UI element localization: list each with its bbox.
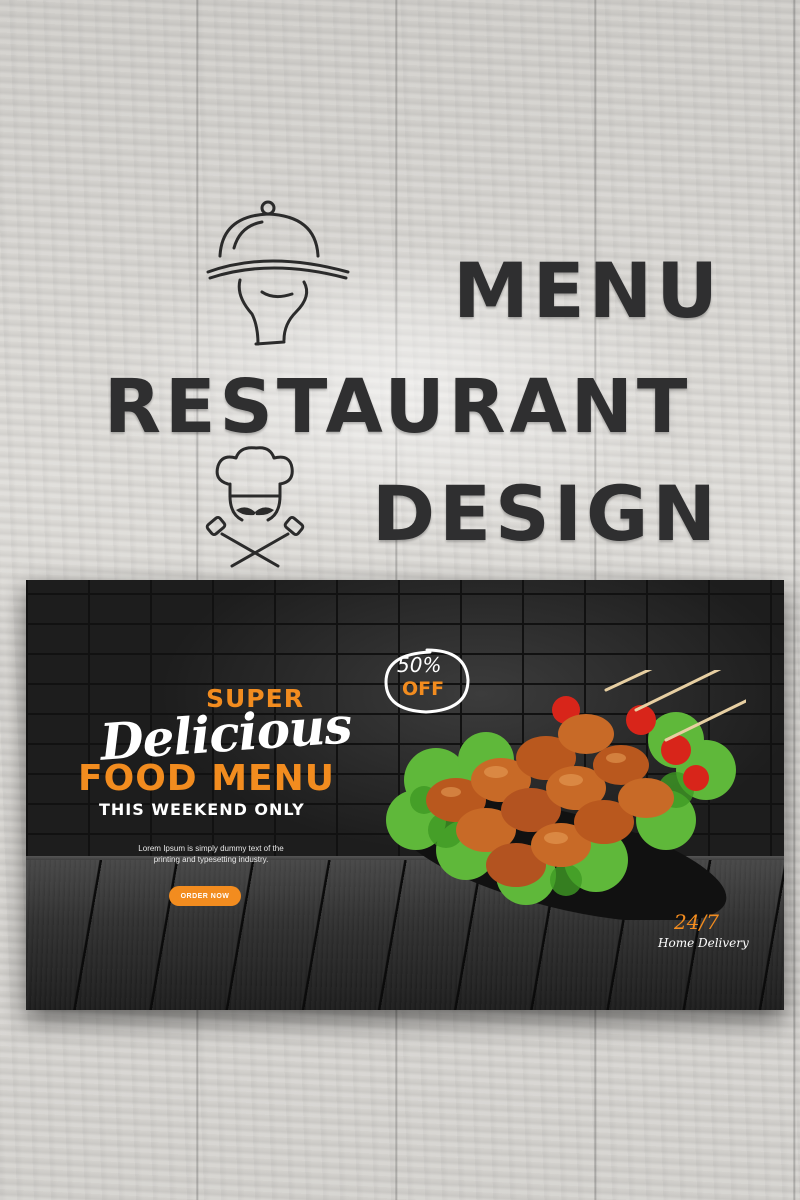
cloche-hand-icon [206, 200, 350, 346]
food-menu-banner: SUPER Delicious FOOD MENU THIS WEEKEND O… [26, 580, 784, 1010]
heading-menu: MENU [453, 246, 722, 335]
skewer-kebab-plate-image [386, 670, 746, 920]
banner-body-text: Lorem Ipsum is simply dummy text of the … [106, 843, 316, 865]
weekend-only-label: THIS WEEKEND ONLY [99, 800, 305, 819]
order-now-button[interactable]: ORDER NOW [169, 886, 241, 906]
chef-mustache-icon [205, 446, 305, 568]
heading-design: DESIGN [371, 469, 720, 558]
body-text-line-1: Lorem Ipsum is simply dummy text of the [138, 844, 284, 853]
home-delivery-label: Home Delivery [658, 936, 749, 950]
food-menu-label: FOOD MENU [78, 758, 335, 799]
heading-restaurant: RESTAURANT [104, 364, 692, 450]
body-text-line-2: printing and typesetting industry. [153, 855, 269, 864]
hours-label: 24/7 [674, 910, 719, 934]
